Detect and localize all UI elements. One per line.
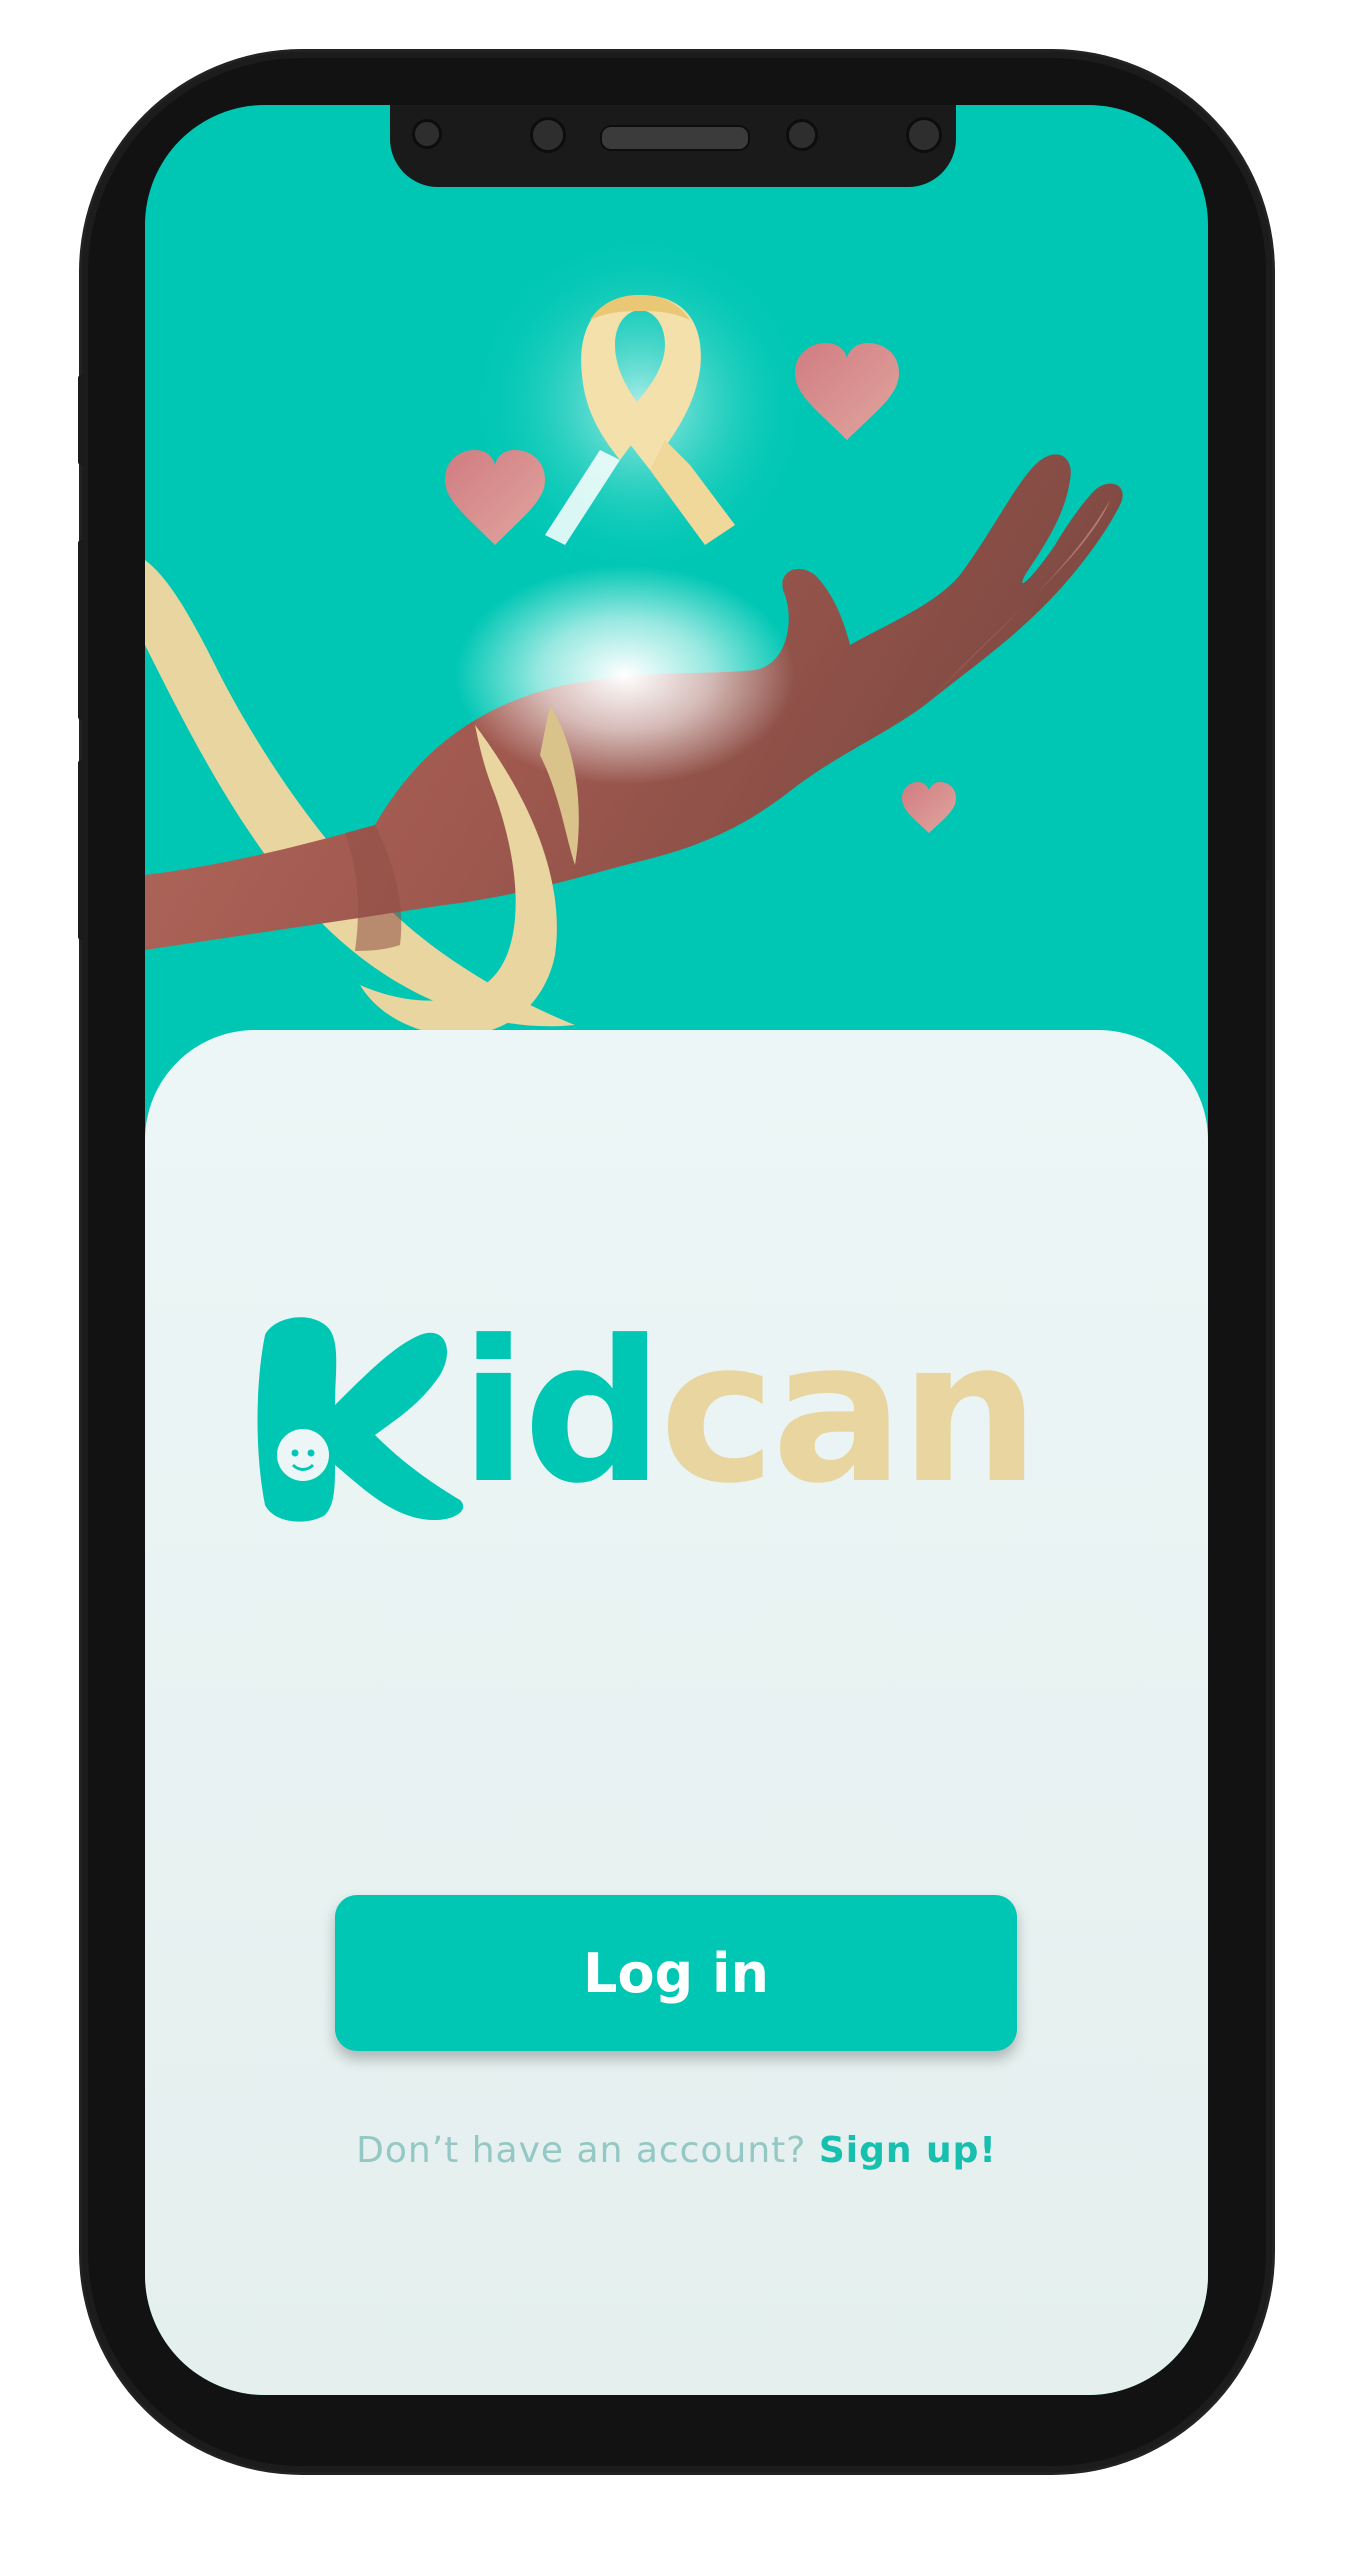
front-sensor — [530, 117, 566, 153]
hero-illustration — [145, 235, 1123, 1036]
phone-side-button — [78, 760, 84, 940]
signup-prompt: Don’t have an account? — [356, 2130, 807, 2171]
login-button[interactable]: Log in — [335, 1895, 1017, 2051]
phone-side-button — [1266, 600, 1272, 880]
phone-side-button — [78, 540, 84, 720]
front-camera — [786, 119, 818, 151]
phone-side-button — [78, 375, 84, 465]
phone-notch — [390, 105, 956, 187]
signup-row: Don’t have an account? Sign up! — [145, 2130, 1208, 2171]
logo-text-id: id — [460, 1299, 663, 1527]
app-screen: idcan Log in Don’t have an account? Sign… — [145, 105, 1208, 2395]
logo-wordmark: idcan — [460, 1293, 1039, 1533]
front-sensor — [412, 119, 442, 149]
heart-icon — [795, 343, 899, 440]
heart-icon — [902, 782, 956, 833]
front-sensor — [906, 117, 942, 153]
earpiece-speaker — [600, 125, 750, 151]
logo-letter-k — [257, 1317, 464, 1522]
login-card — [145, 1030, 1208, 2395]
palm-glow — [455, 565, 795, 785]
logo-text-can: can — [659, 1299, 1039, 1527]
signup-link[interactable]: Sign up! — [819, 2130, 997, 2171]
